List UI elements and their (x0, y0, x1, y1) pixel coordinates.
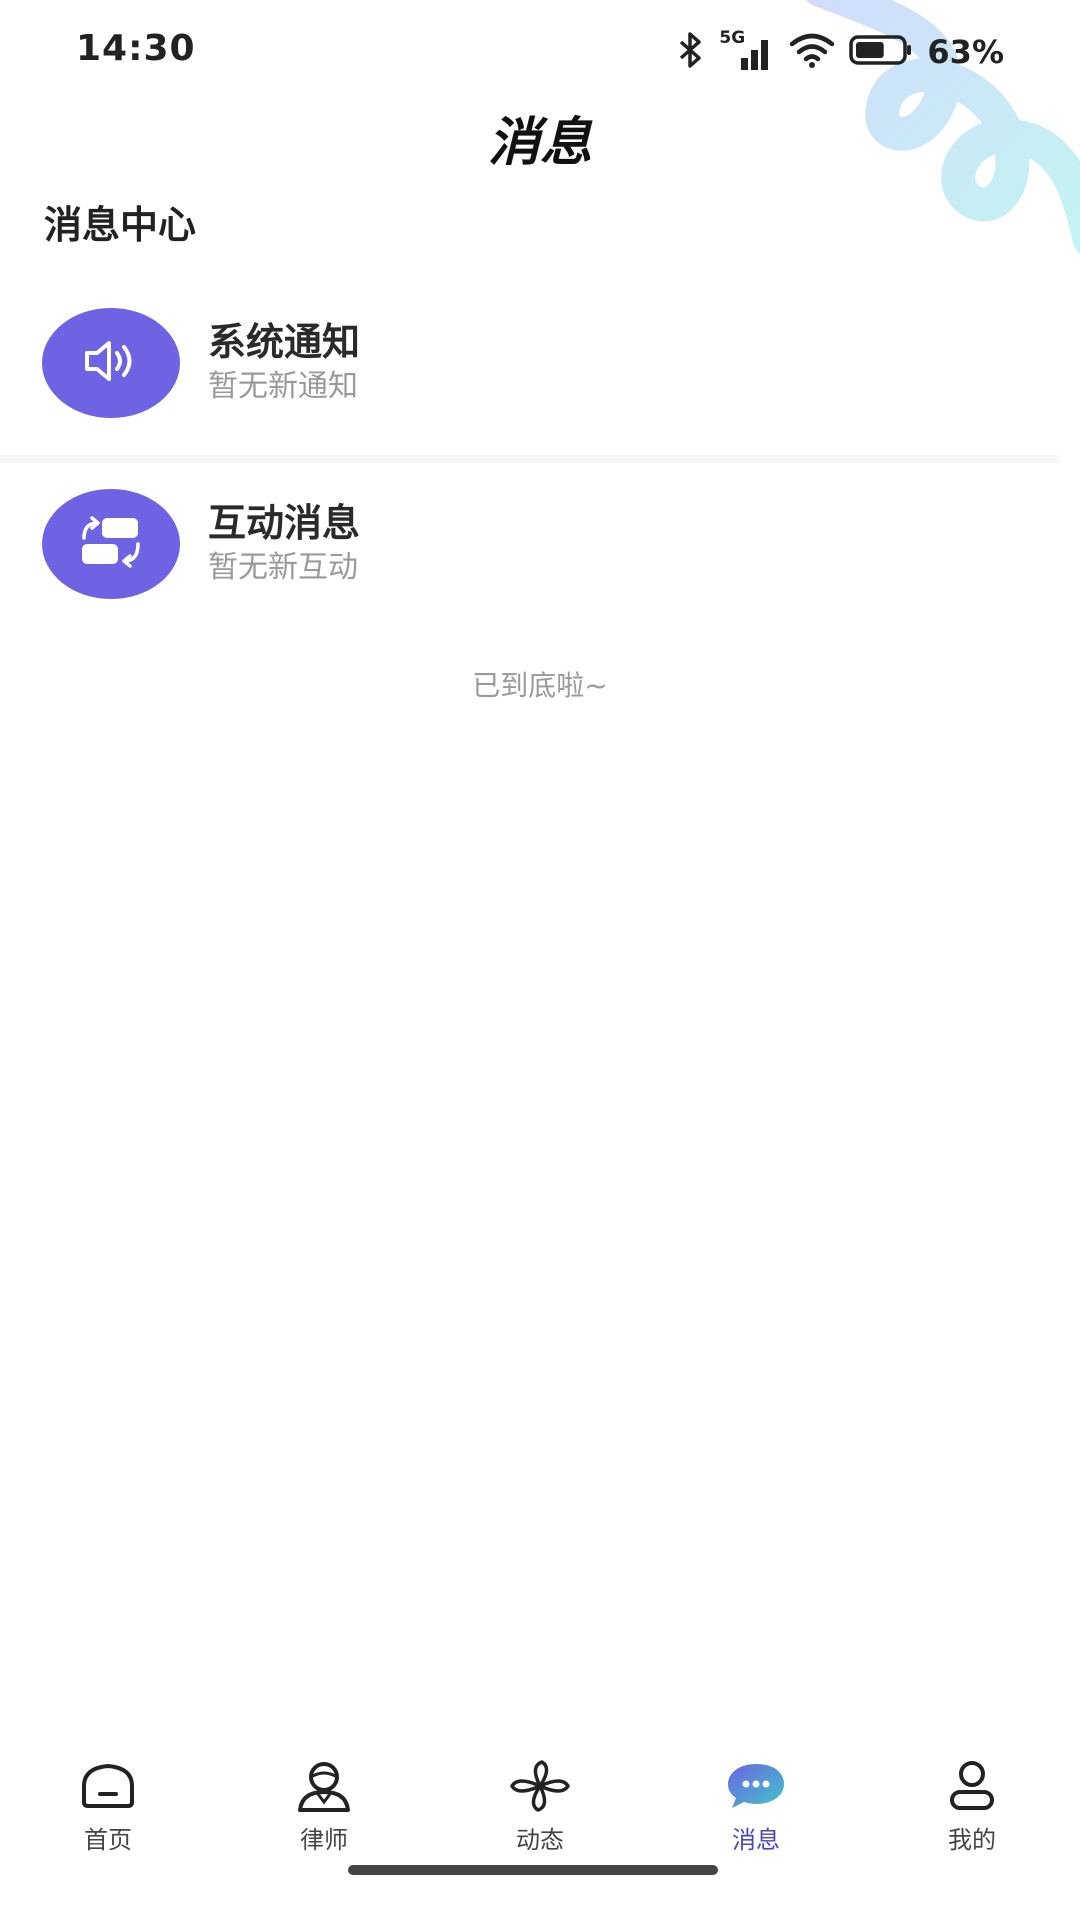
status-icons: 5G 63% (677, 28, 1004, 74)
tab-label: 动态 (516, 1826, 564, 1854)
tab-messages[interactable]: 消息 (648, 1738, 864, 1878)
signal-icon: 5G (719, 28, 775, 72)
list-item-subtitle: 暂无新互动 (208, 550, 358, 585)
tab-label: 消息 (732, 1826, 780, 1854)
home-indicator[interactable] (348, 1865, 718, 1875)
interaction-avatar (42, 489, 180, 599)
bottom-tab-bar: 首页 律师 动态 消息 我的 (0, 1738, 1080, 1878)
chat-bubble-icon (724, 1758, 788, 1814)
system-notice-text: 系统通知 暂无新通知 (208, 319, 360, 407)
messages-screen: 14:30 5G 63% 消息 消息中心 系统通知 暂无新通知 互动消息 暂无新… (0, 0, 1080, 1920)
page-title: 消息 (467, 100, 612, 175)
profile-icon (940, 1758, 1004, 1814)
section-title: 消息中心 (44, 203, 197, 247)
page-title-text: 消息 (487, 113, 592, 173)
bluetooth-icon (677, 30, 705, 74)
home-icon (76, 1758, 140, 1814)
status-time: 14:30 (76, 28, 196, 69)
interaction-icon (76, 514, 146, 574)
tab-profile[interactable]: 我的 (864, 1738, 1080, 1878)
tab-feed[interactable]: 动态 (432, 1738, 648, 1878)
system-notice-avatar (42, 308, 180, 418)
interaction-text: 互动消息 暂无新互动 (208, 500, 360, 588)
header: 消息 (0, 100, 1080, 175)
list-item-title: 互动消息 (208, 501, 361, 545)
battery-percentage: 63% (927, 33, 1004, 71)
battery-icon (849, 34, 913, 70)
tab-lawyer[interactable]: 律师 (216, 1738, 432, 1878)
tab-home[interactable]: 首页 (0, 1738, 216, 1878)
list-item-interaction[interactable]: 互动消息 暂无新互动 (0, 455, 1060, 625)
speaker-icon (81, 336, 141, 390)
lawyer-icon (292, 1758, 356, 1814)
list-item-subtitle: 暂无新通知 (208, 369, 358, 404)
end-of-list-tip: 已到底啦~ (472, 669, 608, 702)
tab-label: 我的 (948, 1826, 996, 1854)
wifi-icon (789, 32, 835, 72)
pinwheel-icon (508, 1758, 572, 1814)
list-item-title: 系统通知 (208, 320, 361, 364)
status-bar: 14:30 5G 63% (0, 0, 1080, 100)
tab-label: 律师 (300, 1826, 348, 1854)
list-item-system-notice[interactable]: 系统通知 暂无新通知 (0, 278, 1060, 448)
tab-label: 首页 (84, 1826, 132, 1854)
